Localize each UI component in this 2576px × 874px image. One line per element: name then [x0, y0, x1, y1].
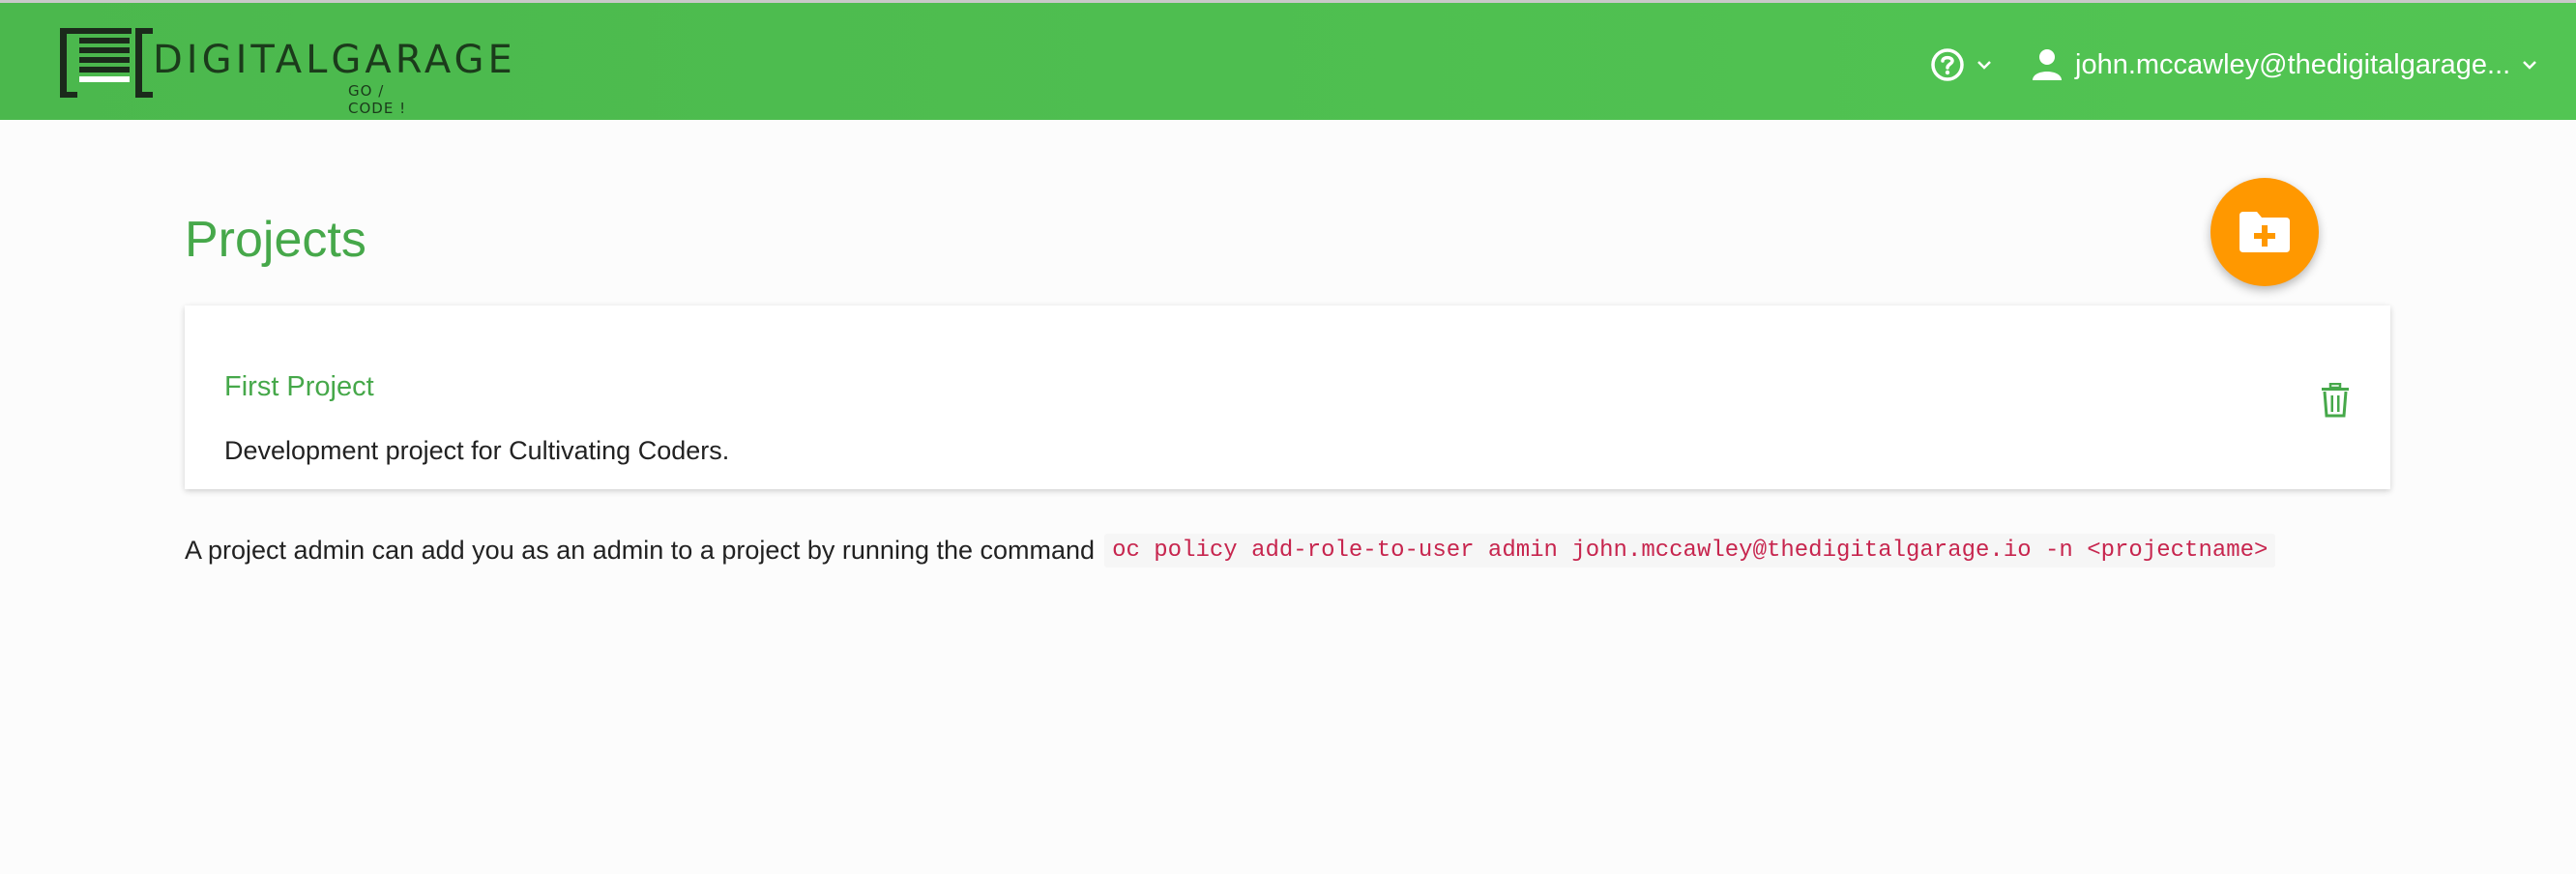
add-project-button[interactable]: [2210, 178, 2319, 286]
page-title: Projects: [185, 212, 366, 268]
person-icon: [2033, 49, 2062, 80]
project-card: First Project Development project for Cu…: [185, 306, 2390, 489]
user-email: john.mccawley@thedigitalgarage...: [2075, 48, 2511, 80]
project-description: Development project for Cultivating Code…: [224, 436, 730, 465]
logo[interactable]: DIGITALGARAGE GO / CODE !: [58, 22, 512, 117]
chevron-down-icon: [2523, 61, 2537, 70]
project-name-link[interactable]: First Project: [224, 371, 374, 403]
folder-plus-icon: [2239, 212, 2290, 252]
oc-command-snippet: oc policy add-role-to-user admin john.mc…: [1104, 534, 2276, 568]
logo-text: DIGITALGARAGE: [153, 38, 516, 82]
admin-help-text: A project admin can add you as an admin …: [185, 534, 2276, 568]
top-navbar: DIGITALGARAGE GO / CODE ! john.mccawley@…: [0, 0, 2576, 120]
trash-icon: [2322, 382, 2349, 418]
delete-project-button[interactable]: [2319, 382, 2352, 418]
logo-subtext: GO / CODE !: [348, 82, 407, 117]
help-menu-button[interactable]: [1930, 45, 1992, 84]
question-circle-icon: [1931, 48, 1964, 81]
user-menu-button[interactable]: john.mccawley@thedigitalgarage...: [2031, 45, 2537, 84]
chevron-down-icon: [1977, 61, 1991, 70]
garage-logo-mark: [60, 28, 153, 98]
admin-help-sentence: A project admin can add you as an admin …: [185, 536, 1096, 565]
